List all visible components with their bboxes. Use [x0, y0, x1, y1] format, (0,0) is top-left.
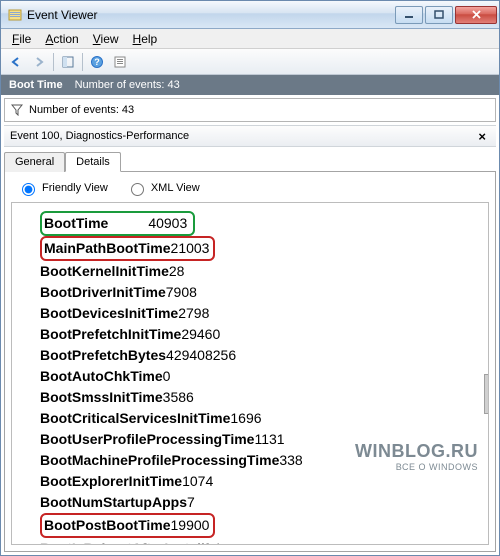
properties-button[interactable] — [109, 51, 131, 73]
app-icon — [7, 7, 23, 23]
menu-view[interactable]: View — [86, 30, 126, 48]
xml-view-input[interactable] — [131, 183, 144, 196]
filter-icon — [11, 104, 23, 116]
event-title: Event 100, Diagnostics-Performance — [10, 130, 189, 142]
list-item: BootPrefetchInitTime29460 — [40, 324, 484, 345]
friendly-view-radio[interactable]: Friendly View — [17, 180, 108, 196]
details-panel: Friendly View XML View BootTime40903 Mai… — [4, 171, 496, 552]
list-item: BootMachineProfileProcessingTime338 — [40, 450, 484, 471]
toolbar: ? — [1, 49, 499, 75]
menu-help[interactable]: Help — [126, 30, 165, 48]
titlebar[interactable]: Event Viewer — [1, 1, 499, 29]
help-button[interactable]: ? — [86, 51, 108, 73]
show-tree-button[interactable] — [57, 51, 79, 73]
boot-time-label: Boot Time — [9, 79, 63, 91]
event-count-label: Number of events: 43 — [75, 79, 180, 91]
minimize-button[interactable] — [395, 6, 423, 24]
menu-action[interactable]: Action — [38, 30, 85, 48]
list-item: BootTime40903 — [40, 211, 484, 236]
toolbar-separator — [82, 53, 83, 71]
list-item: BootExplorerInitTime1074 — [40, 471, 484, 492]
svg-text:?: ? — [94, 57, 100, 67]
list-item: BootSmssInitTime3586 — [40, 387, 484, 408]
menu-file[interactable]: File — [5, 30, 38, 48]
menubar: File Action View Help — [1, 29, 499, 49]
back-button[interactable] — [5, 51, 27, 73]
list-item: BootDriverInitTime7908 — [40, 282, 484, 303]
view-mode: Friendly View XML View — [11, 178, 489, 202]
toolbar-separator — [53, 53, 54, 71]
list-item: BootIsRebootAfterInstallfalse — [40, 538, 484, 545]
tab-details[interactable]: Details — [65, 152, 121, 172]
list-item: BootKernelInitTime28 — [40, 261, 484, 282]
list-item: BootPostBootTime19900 — [40, 513, 484, 538]
close-panel-button[interactable]: × — [474, 129, 490, 144]
summary-bar: Boot Time Number of events: 43 — [1, 75, 499, 95]
list-item: BootAutoChkTime0 — [40, 366, 484, 387]
window-controls — [393, 6, 497, 24]
window: Event Viewer File Action View Help ? Boo… — [0, 0, 500, 556]
window-title: Event Viewer — [27, 8, 393, 22]
event-header: Event 100, Diagnostics-Performance × — [4, 125, 496, 147]
list-item: BootDevicesInitTime2798 — [40, 303, 484, 324]
list-item: BootNumStartupApps7 — [40, 492, 484, 513]
filter-count-label: Number of events: 43 — [29, 104, 134, 116]
list-item: BootPrefetchBytes429408256 — [40, 345, 484, 366]
close-button[interactable] — [455, 6, 497, 24]
maximize-button[interactable] — [425, 6, 453, 24]
detail-list[interactable]: BootTime40903 MainPathBootTime21003 Boot… — [11, 202, 489, 545]
list-item: BootUserProfileProcessingTime1131 — [40, 429, 484, 450]
scroll-indicator[interactable] — [484, 374, 489, 414]
tab-general[interactable]: General — [4, 152, 65, 172]
list-item: BootCriticalServicesInitTime1696 — [40, 408, 484, 429]
xml-view-radio[interactable]: XML View — [126, 180, 200, 196]
tabs: General Details — [4, 151, 496, 171]
forward-button[interactable] — [28, 51, 50, 73]
filter-bar[interactable]: Number of events: 43 — [4, 98, 496, 122]
friendly-view-input[interactable] — [22, 183, 35, 196]
list-item: MainPathBootTime21003 — [40, 236, 484, 261]
